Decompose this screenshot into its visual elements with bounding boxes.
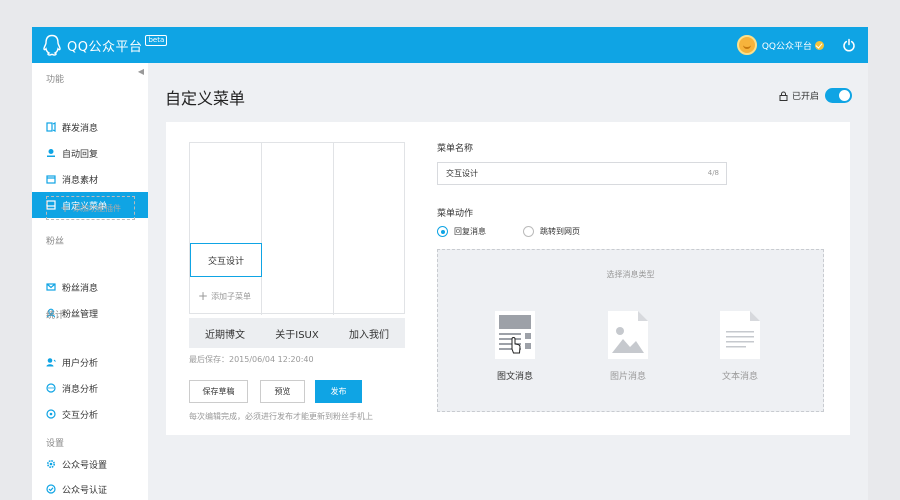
folder-icon bbox=[46, 175, 56, 184]
chat-bubble-icon bbox=[46, 383, 56, 393]
image-file-icon bbox=[608, 311, 648, 359]
check-circle-icon bbox=[46, 484, 56, 494]
gear-icon bbox=[46, 459, 56, 469]
msg-type-text[interactable]: 文本消息 bbox=[700, 309, 780, 382]
menu-name-input[interactable]: 交互设计 4/8 bbox=[437, 162, 727, 185]
save-draft-button[interactable]: 保存草稿 bbox=[189, 380, 248, 403]
sidebar: ◀ 功能 群发消息 自动回复 消息素材 自定义菜单 + 添加功能插件 粉丝 粉丝… bbox=[32, 63, 148, 500]
menu-action-label: 菜单动作 bbox=[437, 209, 474, 219]
radio-jump-url[interactable]: 跳转到网页 bbox=[523, 226, 580, 237]
sidebar-item-fan-messages[interactable]: 粉丝消息 bbox=[32, 274, 148, 300]
lock-icon bbox=[779, 91, 788, 101]
sidebar-item-label: 公众号认证 bbox=[62, 485, 108, 496]
radio-reply-message[interactable]: 回复消息 bbox=[437, 226, 486, 237]
user-analysis-icon bbox=[46, 358, 56, 367]
sidebar-item-label: 公众号设置 bbox=[62, 460, 108, 471]
menu-status: 已开启 bbox=[779, 88, 852, 103]
sidebar-item-user-analysis[interactable]: 用户分析 bbox=[32, 349, 148, 375]
radio-label: 跳转到网页 bbox=[540, 227, 580, 236]
publish-button[interactable]: 发布 bbox=[315, 380, 362, 403]
group-title-function: 功能 bbox=[46, 75, 65, 85]
mass-message-icon bbox=[46, 122, 56, 132]
sidebar-item-label: 用户分析 bbox=[62, 358, 99, 369]
account-name: QQ公众平台 bbox=[761, 41, 812, 52]
logo[interactable]: QQ公众平台 beta bbox=[42, 33, 168, 57]
add-plugin-button[interactable]: + 添加功能插件 bbox=[46, 196, 135, 220]
menu-tab-join[interactable]: 加入我们 bbox=[333, 318, 405, 348]
auto-reply-icon bbox=[47, 149, 55, 157]
add-sub-menu-label: 添加子菜单 bbox=[211, 291, 252, 301]
radio-unchecked-icon bbox=[523, 226, 534, 237]
text-file-icon bbox=[720, 311, 760, 359]
add-plugin-label: 添加功能插件 bbox=[73, 203, 122, 213]
message-type-title: 选择消息类型 bbox=[606, 270, 655, 279]
group-title-fans: 粉丝 bbox=[46, 237, 65, 247]
char-counter: 4/8 bbox=[707, 169, 719, 177]
last-save-time: 最后保存：2015/06/04 12:20:40 bbox=[189, 355, 314, 364]
menu-tab-recent-posts[interactable]: 近期博文 bbox=[189, 318, 261, 348]
radio-checked-icon bbox=[437, 226, 448, 237]
column-divider bbox=[333, 143, 334, 315]
sub-menu-item-active[interactable]: 交互设计 bbox=[190, 243, 262, 277]
account-menu[interactable]: QQ公众平台 bbox=[736, 35, 824, 55]
sidebar-item-label: 交互分析 bbox=[62, 410, 99, 421]
sidebar-item-label: 群发消息 bbox=[62, 123, 99, 134]
sidebar-item-account-settings[interactable]: 公众号设置 bbox=[32, 451, 148, 477]
msg-type-article[interactable]: 图文消息 bbox=[475, 309, 555, 382]
enable-toggle[interactable] bbox=[825, 88, 852, 103]
add-sub-menu-button[interactable]: + 添加子菜单 bbox=[198, 289, 251, 303]
sidebar-item-label: 粉丝消息 bbox=[62, 283, 99, 294]
menu-bar: 近期博文 关于ISUX 加入我们 bbox=[189, 318, 405, 348]
column-divider bbox=[261, 143, 262, 315]
preview-button[interactable]: 预览 bbox=[260, 380, 305, 403]
status-text: 已开启 bbox=[791, 92, 819, 102]
top-bar: QQ公众平台 beta QQ公众平台 bbox=[32, 27, 868, 63]
sidebar-item-label: 消息分析 bbox=[62, 384, 99, 395]
page-title: 自定义菜单 bbox=[165, 89, 246, 108]
envelope-icon bbox=[46, 283, 56, 291]
interaction-icon bbox=[46, 409, 56, 419]
power-icon[interactable] bbox=[842, 38, 856, 52]
sidebar-item-label: 消息素材 bbox=[62, 175, 99, 186]
beta-badge: beta bbox=[145, 34, 168, 46]
publish-hint: 每次编辑完成，必须进行发布才能更新到粉丝手机上 bbox=[189, 412, 373, 421]
menu-tab-about[interactable]: 关于ISUX bbox=[261, 318, 333, 348]
msg-type-label: 图片消息 bbox=[609, 372, 646, 382]
menu-name-value: 交互设计 bbox=[446, 169, 478, 178]
msg-type-label: 图文消息 bbox=[496, 372, 533, 382]
editor-card: 交互设计 + 添加子菜单 近期博文 关于ISUX 加入我们 最后保存：2015/… bbox=[166, 122, 850, 435]
group-title-stats: 统计 bbox=[46, 311, 65, 321]
message-type-selector: 选择消息类型 图文消息 图片消息 文本消息 bbox=[437, 249, 824, 412]
avatar bbox=[736, 35, 757, 55]
sidebar-item-mass-message[interactable]: 群发消息 bbox=[32, 114, 148, 140]
verified-icon bbox=[815, 40, 824, 50]
article-icon bbox=[495, 311, 535, 359]
sidebar-item-materials[interactable]: 消息素材 bbox=[32, 166, 148, 192]
group-title-settings: 设置 bbox=[46, 439, 65, 449]
sidebar-item-label: 粉丝管理 bbox=[62, 309, 99, 320]
sidebar-item-message-analysis[interactable]: 消息分析 bbox=[32, 375, 148, 401]
qq-penguin-icon bbox=[43, 34, 61, 56]
plus-icon: + bbox=[59, 201, 71, 215]
msg-type-label: 文本消息 bbox=[721, 372, 758, 382]
logo-text: QQ公众平台 bbox=[67, 39, 143, 55]
sidebar-item-auto-reply[interactable]: 自动回复 bbox=[32, 140, 148, 166]
menu-preview: 交互设计 + 添加子菜单 bbox=[189, 142, 405, 315]
sidebar-item-account-verify[interactable]: 公众号认证 bbox=[32, 476, 148, 500]
radio-label: 回复消息 bbox=[454, 227, 486, 236]
msg-type-image[interactable]: 图片消息 bbox=[588, 309, 668, 382]
collapse-arrow-icon[interactable]: ◀ bbox=[138, 67, 144, 76]
plus-icon: + bbox=[198, 289, 209, 303]
sidebar-item-interaction-analysis[interactable]: 交互分析 bbox=[32, 401, 148, 427]
menu-name-label: 菜单名称 bbox=[437, 144, 474, 154]
sidebar-item-label: 自动回复 bbox=[62, 149, 99, 160]
app-window: QQ公众平台 beta QQ公众平台 ◀ 功能 群发消息 自动回复 消息素材 自… bbox=[32, 27, 868, 500]
